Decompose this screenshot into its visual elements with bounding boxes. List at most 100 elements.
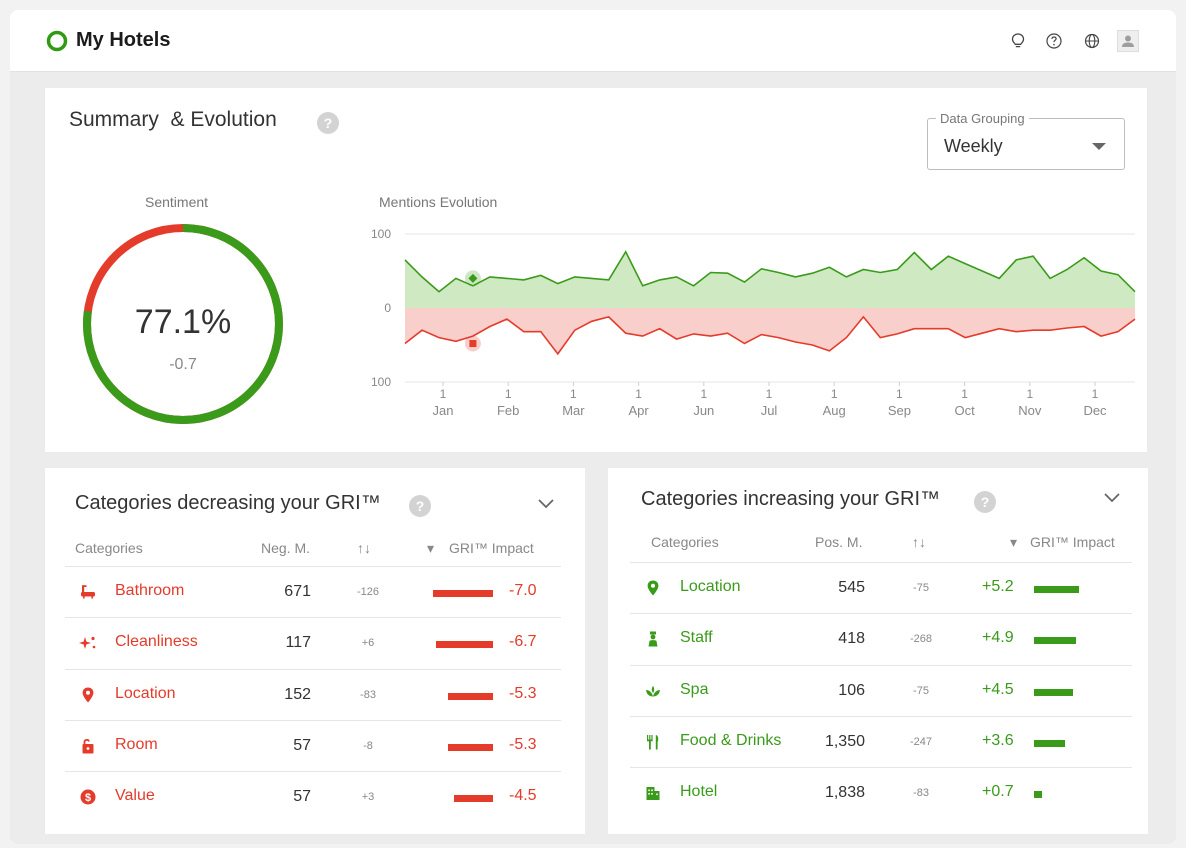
gri-impact-value: +4.5 — [982, 680, 1014, 698]
mentions-delta: -75 — [913, 582, 929, 594]
app-window: My Hotels Summary & Evolution ? Data Gro… — [10, 10, 1176, 844]
sentiment-value: 77.1% — [134, 303, 232, 341]
x-tick-day: 1 — [570, 387, 577, 401]
column-gri-impact[interactable]: GRI™ Impact — [1030, 534, 1115, 550]
x-tick-label: Feb — [497, 403, 519, 418]
x-tick-label: Nov — [1018, 403, 1042, 418]
x-tick-label: Jul — [761, 403, 778, 418]
decreasing-categories-card: Categories decreasing your GRI™ ? Catego… — [45, 468, 585, 834]
data-grouping-value: Weekly — [944, 136, 1003, 156]
location-pin-icon — [644, 579, 662, 597]
column-neg-mentions[interactable]: Neg. M. — [261, 540, 310, 556]
x-tick-day: 1 — [766, 387, 773, 401]
mentions-count: 117 — [285, 634, 311, 652]
mentions-delta: -8 — [363, 739, 373, 752]
help-icon[interactable]: ? — [974, 491, 996, 513]
gri-impact-value: -5.3 — [509, 735, 537, 753]
help-icon[interactable]: ? — [409, 495, 431, 517]
mentions-evolution-title: Mentions Evolution — [379, 194, 498, 210]
category-name[interactable]: Location — [680, 578, 741, 596]
mentions-count: 57 — [293, 788, 311, 806]
table-row[interactable]: Staff 418 -268 +4.9 — [630, 613, 1132, 664]
user-avatar-icon[interactable] — [1117, 30, 1139, 52]
category-name[interactable]: Room — [115, 736, 158, 754]
sort-icon[interactable]: ↑↓ — [357, 540, 371, 556]
mentions-delta: -75 — [913, 684, 929, 697]
x-tick-day: 1 — [700, 387, 707, 401]
column-categories: Categories — [651, 534, 719, 550]
spa-lotus-icon — [644, 682, 662, 700]
gri-impact-value: -5.3 — [509, 684, 537, 702]
door-lock-icon — [79, 737, 97, 755]
y-tick-label: 100 — [371, 227, 391, 241]
category-name[interactable]: Staff — [680, 629, 713, 647]
table-row[interactable]: Bathroom 671 -126 -7.0 — [65, 566, 561, 617]
location-pin-icon — [79, 686, 97, 704]
category-name[interactable]: Value — [115, 787, 155, 805]
category-name[interactable]: Spa — [680, 681, 708, 699]
table-row[interactable]: Location 545 -75 +5.2 — [630, 562, 1132, 613]
increasing-categories-card: Categories increasing your GRI™ ? Catego… — [608, 468, 1148, 834]
x-tick-day: 1 — [831, 387, 838, 401]
sort-icon[interactable]: ↑↓ — [912, 534, 926, 550]
table-row[interactable]: Location 152 -83 -5.3 — [65, 668, 561, 720]
x-tick-label: Jan — [433, 403, 454, 418]
gri-impact-bar — [447, 743, 493, 751]
column-gri-impact[interactable]: GRI™ Impact — [449, 540, 534, 556]
mentions-count: 106 — [838, 681, 865, 699]
column-pos-mentions[interactable]: Pos. M. — [815, 534, 862, 550]
impact-sort-icon[interactable]: ▾ — [1010, 534, 1017, 551]
x-tick-day: 1 — [635, 387, 642, 401]
x-tick-day: 1 — [440, 387, 447, 401]
category-name[interactable]: Cleanliness — [115, 633, 198, 651]
gri-impact-bar — [435, 641, 493, 649]
gri-impact-value: -7.0 — [509, 582, 537, 599]
category-name[interactable]: Hotel — [680, 783, 717, 801]
table-row[interactable]: $ Value 57 +3 -4.5 — [65, 771, 561, 822]
x-tick-label: Oct — [954, 403, 975, 418]
staff-icon — [644, 630, 662, 648]
table-row[interactable]: Hotel 1,838 -83 +0.7 — [630, 767, 1132, 818]
gri-impact-value: +0.7 — [982, 783, 1014, 801]
mentions-evolution-chart: 100 0 100 1 Jan 1 Feb 1 Mar 1 Apr 1 Jun 1 Jul 1 Aug 1 Sep 1… — [371, 227, 1136, 418]
gri-impact-value: +5.2 — [982, 578, 1014, 595]
mentions-count: 671 — [284, 583, 311, 600]
mentions-count: 152 — [284, 685, 311, 703]
globe-icon[interactable] — [1083, 32, 1101, 50]
table-row[interactable]: Cleanliness 117 +6 -6.7 — [65, 617, 561, 668]
summary-card: Summary & Evolution ? Data Grouping Week… — [45, 88, 1147, 452]
chevron-down-icon[interactable] — [1104, 493, 1120, 503]
hotel-building-icon — [644, 784, 662, 802]
gri-impact-bar — [1034, 739, 1065, 747]
decreasing-title: Categories decreasing your GRI™ — [75, 492, 381, 514]
x-tick-label: Sep — [888, 403, 911, 418]
help-circle-icon[interactable] — [1045, 32, 1063, 50]
column-categories: Categories — [75, 540, 143, 556]
mentions-count: 1,838 — [824, 784, 865, 802]
data-grouping-select[interactable]: Data Grouping Weekly — [927, 111, 1125, 170]
mentions-count: 418 — [838, 630, 865, 648]
x-tick-label: Apr — [628, 403, 649, 418]
help-icon[interactable]: ? — [317, 112, 339, 134]
category-name[interactable]: Bathroom — [115, 582, 184, 600]
data-point-marker[interactable] — [469, 340, 477, 348]
app-logo-icon — [46, 30, 68, 52]
table-row[interactable]: Room 57 -8 -5.3 — [65, 719, 561, 771]
gri-impact-bar — [1034, 791, 1042, 799]
category-name[interactable]: Food & Drinks — [680, 732, 781, 750]
mentions-count: 545 — [838, 579, 865, 596]
chevron-down-icon[interactable] — [538, 499, 554, 509]
mentions-delta: -268 — [909, 633, 933, 646]
impact-sort-icon[interactable]: ▾ — [427, 540, 434, 557]
sparkle-icon — [79, 634, 97, 652]
table-row[interactable]: Food & Drinks 1,350 -247 +3.6 — [630, 715, 1132, 767]
app-title: My Hotels — [76, 29, 171, 51]
table-row[interactable]: Spa 106 -75 +4.5 — [630, 664, 1132, 716]
x-tick-label: Aug — [823, 403, 846, 418]
svg-text:$: $ — [85, 792, 91, 804]
gri-impact-bar — [454, 795, 493, 803]
mentions-delta: -247 — [909, 735, 933, 748]
sentiment-label: Sentiment — [145, 194, 209, 210]
lightbulb-icon[interactable] — [1009, 32, 1027, 50]
category-name[interactable]: Location — [115, 685, 176, 703]
